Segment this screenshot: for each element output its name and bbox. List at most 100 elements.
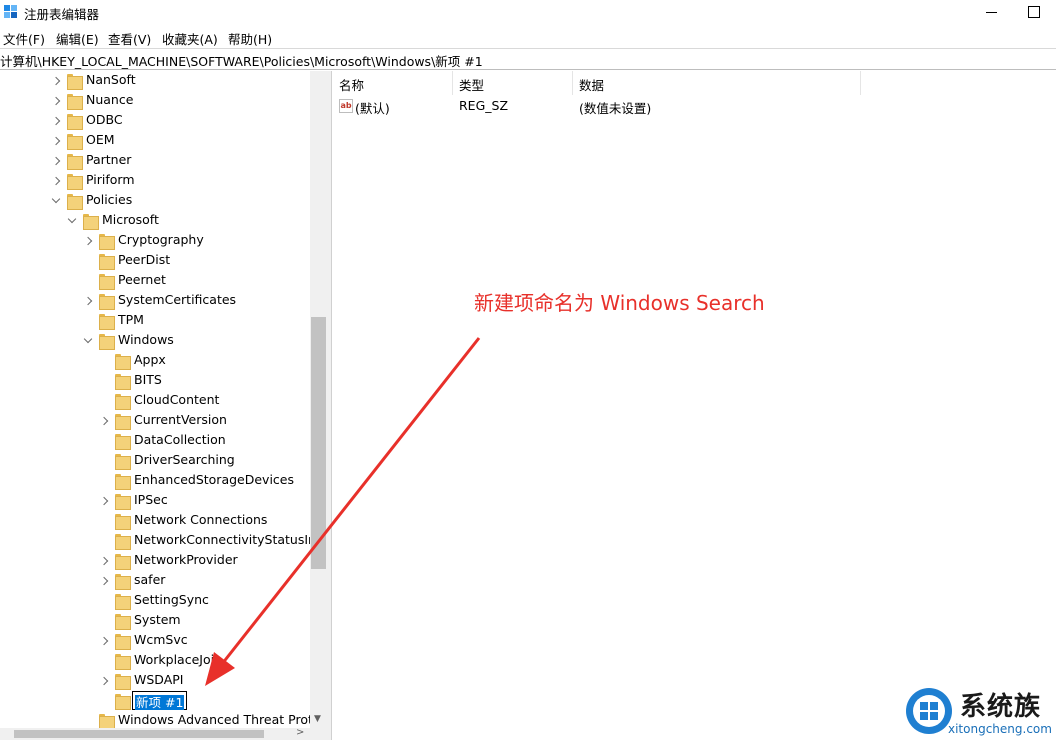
values-list[interactable]: 名称 类型 数据 ab (默认) REG_SZ (数值未设置)	[333, 71, 1056, 740]
tree-item[interactable]: CloudContent	[0, 391, 320, 411]
chevron-down-icon[interactable]	[52, 194, 62, 208]
tree-item[interactable]: EnhancedStorageDevices	[0, 471, 320, 491]
tree-item[interactable]: SystemCertificates	[0, 291, 320, 311]
chevron-right-icon[interactable]	[52, 174, 62, 188]
tree-item[interactable]: SettingSync	[0, 591, 320, 611]
tree-item[interactable]: BITS	[0, 371, 320, 391]
tree-item-label: EnhancedStorageDevices	[134, 472, 294, 487]
scroll-right-icon[interactable]: >	[296, 727, 304, 738]
folder-icon	[67, 134, 83, 150]
tree-item[interactable]: Cryptography	[0, 231, 320, 251]
tree-item[interactable]: DataCollection	[0, 431, 320, 451]
value-data[interactable]: (数值未设置)	[579, 98, 651, 117]
maximize-button[interactable]	[1023, 2, 1045, 22]
folder-icon	[99, 334, 115, 350]
tree-item[interactable]: WSDAPI	[0, 671, 320, 691]
tree-item[interactable]: DriverSearching	[0, 451, 320, 471]
watermark-brand: 系统族	[960, 692, 1042, 722]
chevron-right-icon[interactable]	[52, 114, 62, 128]
tree-horizontal-scrollbar[interactable]: >	[0, 727, 327, 740]
tree-item[interactable]: WorkplaceJoin	[0, 651, 320, 671]
tree-item[interactable]: 新项 #1	[0, 691, 320, 711]
address-bar[interactable]: 计算机\HKEY_LOCAL_MACHINE\SOFTWARE\Policies…	[0, 48, 1056, 70]
menu-file[interactable]: 文件(F)	[3, 29, 45, 48]
tree-item[interactable]: NetworkProvider	[0, 551, 320, 571]
string-value-icon: ab	[339, 99, 353, 113]
tree-item-label: WSDAPI	[134, 672, 184, 687]
chevron-right-icon[interactable]	[100, 414, 110, 428]
selected-key-name: 新项 #1	[135, 695, 185, 710]
value-type[interactable]: REG_SZ	[459, 98, 508, 113]
folder-icon	[67, 74, 83, 90]
folder-icon	[115, 614, 131, 630]
tree-item-label: PeerDist	[118, 252, 171, 267]
scrollbar-thumb[interactable]	[14, 730, 264, 738]
column-header-name[interactable]: 名称	[333, 71, 453, 95]
tree-item[interactable]: safer	[0, 571, 320, 591]
tree-item[interactable]: NetworkConnectivityStatusIndi	[0, 531, 327, 551]
menu-view[interactable]: 查看(V)	[108, 29, 151, 48]
chevron-right-icon[interactable]	[52, 134, 62, 148]
scrollbar-thumb[interactable]	[311, 317, 326, 569]
tree-item-label: WorkplaceJoin	[134, 652, 223, 667]
tree-item-label: Piriform	[86, 172, 135, 187]
tree-item[interactable]: PeerDist	[0, 251, 320, 271]
folder-icon	[115, 354, 131, 370]
address-path[interactable]: 计算机\HKEY_LOCAL_MACHINE\SOFTWARE\Policies…	[0, 51, 483, 70]
tree-item-label: ODBC	[86, 112, 123, 127]
tree-item[interactable]: Piriform	[0, 171, 320, 191]
tree-item-label: SystemCertificates	[118, 292, 237, 307]
tree-item-label: NanSoft	[86, 72, 136, 87]
tree-item[interactable]: Appx	[0, 351, 320, 371]
menu-help[interactable]: 帮助(H)	[228, 29, 272, 48]
chevron-right-icon[interactable]	[52, 94, 62, 108]
tree-item[interactable]: Microsoft	[0, 211, 320, 231]
tree-item-label: NetworkProvider	[134, 552, 238, 567]
minimize-button[interactable]	[981, 2, 1003, 22]
chevron-right-icon[interactable]	[100, 574, 110, 588]
tree-item-label: DataCollection	[134, 432, 226, 447]
tree-item[interactable]: Partner	[0, 151, 320, 171]
registry-tree[interactable]: NanSoft Nuance ODBC OEM Partner Piriform Polic…	[0, 71, 327, 740]
column-header-data[interactable]: 数据	[573, 71, 861, 95]
chevron-right-icon[interactable]	[100, 674, 110, 688]
tree-item[interactable]: System	[0, 611, 320, 631]
tree-item[interactable]: CurrentVersion	[0, 411, 320, 431]
watermark-logo-icon	[906, 688, 952, 734]
value-name[interactable]: (默认)	[355, 98, 390, 117]
chevron-right-icon[interactable]	[84, 234, 94, 248]
tree-item-label: BITS	[134, 372, 162, 387]
tree-item[interactable]: Nuance	[0, 91, 320, 111]
folder-icon	[99, 274, 115, 290]
menu-edit[interactable]: 编辑(E)	[56, 29, 99, 48]
menu-favorites[interactable]: 收藏夹(A)	[162, 29, 218, 48]
pane-splitter[interactable]	[327, 71, 332, 740]
chevron-right-icon[interactable]	[52, 74, 62, 88]
rename-key-input[interactable]: 新项 #1	[132, 691, 188, 710]
scroll-down-icon[interactable]: ▼	[314, 714, 321, 724]
tree-item[interactable]: Policies	[0, 191, 320, 211]
column-header-type[interactable]: 类型	[453, 71, 573, 95]
chevron-right-icon[interactable]	[52, 154, 62, 168]
tree-item[interactable]: Peernet	[0, 271, 320, 291]
tree-item[interactable]: WcmSvc	[0, 631, 320, 651]
tree-item-label: Peernet	[118, 272, 166, 287]
chevron-right-icon[interactable]	[100, 554, 110, 568]
watermark: 系统族 xitongcheng.com	[900, 684, 1056, 740]
chevron-right-icon[interactable]	[100, 634, 110, 648]
tree-item[interactable]: IPSec	[0, 491, 320, 511]
tree-item-label: System	[134, 612, 181, 627]
chevron-right-icon[interactable]	[84, 294, 94, 308]
tree-item-label: Nuance	[86, 92, 134, 107]
tree-item[interactable]: NanSoft	[0, 71, 320, 91]
chevron-right-icon[interactable]	[100, 494, 110, 508]
tree-item[interactable]: Windows	[0, 331, 320, 351]
tree-item[interactable]: OEM	[0, 131, 320, 151]
chevron-down-icon[interactable]	[84, 334, 94, 348]
tree-vertical-scrollbar[interactable]: ▼	[310, 71, 327, 731]
tree-item[interactable]: TPM	[0, 311, 320, 331]
tree-item[interactable]: Network Connections	[0, 511, 320, 531]
chevron-down-icon[interactable]	[68, 214, 78, 228]
folder-icon	[115, 574, 131, 590]
tree-item[interactable]: ODBC	[0, 111, 320, 131]
